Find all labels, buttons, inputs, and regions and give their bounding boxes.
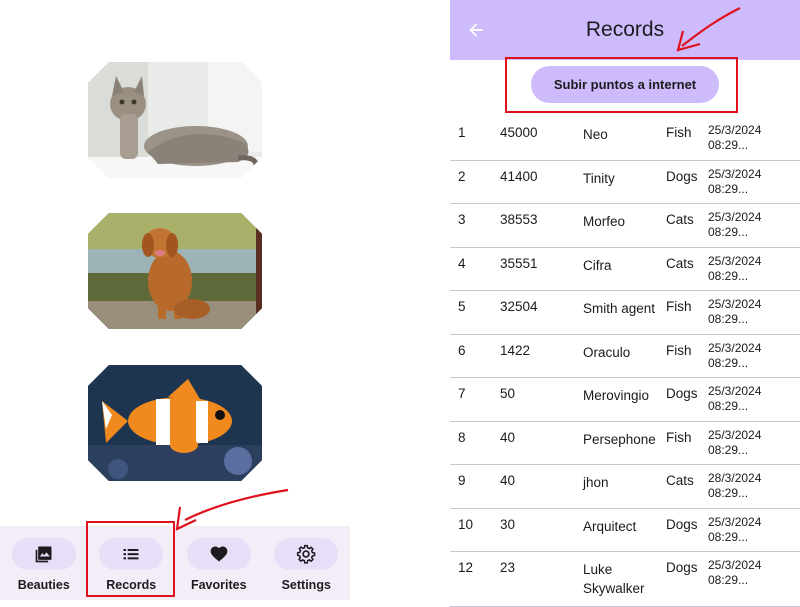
score-cell: 32504 [500,299,538,314]
dog-photo-icon [88,213,262,329]
name-cell: Arquitect [583,518,637,534]
rank-cell: 4 [458,255,466,271]
top-app-bar: Records [450,0,800,60]
table-row: 4 35551 Cifra Cats 25/3/2024 08:29... [450,248,800,291]
rank-cell: 7 [458,386,466,401]
score-cell: 1422 [500,342,531,358]
category-cell: Dogs [666,168,698,184]
category-cell: Fish [666,342,692,358]
date-cell: 25/3/2024 08:29... [708,514,762,544]
date-cell: 25/3/2024 08:29... [708,558,762,587]
category-cell: Dogs [666,560,698,575]
rank-cell: 10 [458,516,474,532]
name-cell: Cifra [583,257,612,273]
date-cell: 25/3/2024 08:29... [708,253,762,283]
score-cell: 35551 [500,255,538,271]
name-cell: Oraculo [583,344,631,360]
table-row: 8 40 Persephone Fish 25/3/2024 08:29... [450,422,800,465]
score-cell: 41400 [500,168,538,184]
rank-cell: 1 [458,125,466,140]
cat-photo-icon [88,62,262,178]
rank-cell: 2 [458,168,466,184]
table-row: 3 38553 Morfeo Cats 25/3/2024 08:29... [450,204,800,248]
table-row: 6 1422 Oraculo Fish 25/3/2024 08:29... [450,335,800,378]
category-cell: Fish [666,429,692,445]
heart-icon [210,546,228,562]
nav-label-favorites: Favorites [190,578,247,592]
category-cell: Cats [666,212,694,227]
table-row: 2 41400 Tinity Dogs 25/3/2024 08:29... [450,161,800,204]
category-cell: Cats [666,255,694,271]
nav-pill [11,538,76,570]
photo-library-icon [35,546,52,563]
fish-photo-icon [88,365,262,481]
name-cell: Luke Skywalker [583,562,645,596]
fish-image [88,365,262,481]
nav-label-beauties: Beauties [17,578,70,592]
date-cell: 25/3/2024 08:29... [708,166,762,196]
nav-item-favorites[interactable]: Favorites [179,526,259,592]
score-cell: 38553 [500,212,538,227]
date-cell: 25/3/2024 08:29... [708,384,762,413]
rank-cell: 5 [458,299,466,314]
score-cell: 40 [500,429,516,445]
rank-cell: 3 [458,212,466,227]
name-cell: jhon [583,475,609,490]
category-cell: Dogs [666,386,698,401]
score-cell: 30 [500,516,516,532]
score-cell: 50 [500,386,516,401]
name-cell: Merovingio [583,388,650,403]
date-cell: 25/3/2024 08:29... [708,210,762,239]
table-row: 7 50 Merovingio Dogs 25/3/2024 08:29... [450,378,800,422]
nav-pill [186,538,251,570]
name-cell: Tinity [583,170,615,186]
date-cell: 25/3/2024 08:29... [708,123,762,152]
date-cell: 25/3/2024 08:29... [708,427,762,457]
score-cell: 23 [500,560,516,575]
category-cell: Cats [666,473,694,488]
name-cell: Neo [583,127,608,142]
table-row: 9 40 jhon Cats 28/3/2024 08:29... [450,465,800,509]
name-cell: Smith agent [583,301,656,316]
nav-pill [274,538,339,570]
nav-label-settings: Settings [281,578,331,592]
table-row: 10 30 Arquitect Dogs 25/3/2024 08:29... [450,509,800,552]
rank-cell: 12 [458,560,474,575]
page-title: Records [585,18,665,41]
table-row: 12 23 Luke Skywalker Dogs 25/3/2024 08:29... [450,552,800,607]
nav-item-beauties[interactable]: Beauties [4,526,84,592]
nav-item-settings[interactable]: Settings [266,526,346,592]
category-cell: Fish [666,125,692,140]
category-cell: Fish [666,299,692,314]
rank-cell: 6 [458,342,466,358]
category-cell: Dogs [666,516,698,532]
rank-cell: 8 [458,429,466,445]
highlight-box-records [86,521,175,597]
bottom-navigation: Beauties Records Favorites Settings [0,526,350,600]
gear-icon [297,544,316,564]
table-row: 1 45000 Neo Fish 25/3/2024 08:29... [450,117,800,161]
records-table: 1 45000 Neo Fish 25/3/2024 08:29... 2 41400 Tin… [450,117,800,607]
date-cell: 25/3/2024 08:29... [708,297,762,326]
cat-image [88,62,262,178]
score-cell: 40 [500,473,516,488]
date-cell: 25/3/2024 08:29... [708,340,762,370]
beauties-screen: Beauties Records Favorites Settings [0,0,350,600]
date-cell: 28/3/2024 08:29... [708,471,762,500]
score-cell: 45000 [500,125,538,140]
name-cell: Persephone [583,431,656,447]
table-row: 5 32504 Smith agent Fish 25/3/2024 08:29... [450,291,800,335]
rank-cell: 9 [458,473,466,488]
dog-image [88,213,262,329]
highlight-box-upload [505,57,738,113]
name-cell: Morfeo [583,214,626,229]
